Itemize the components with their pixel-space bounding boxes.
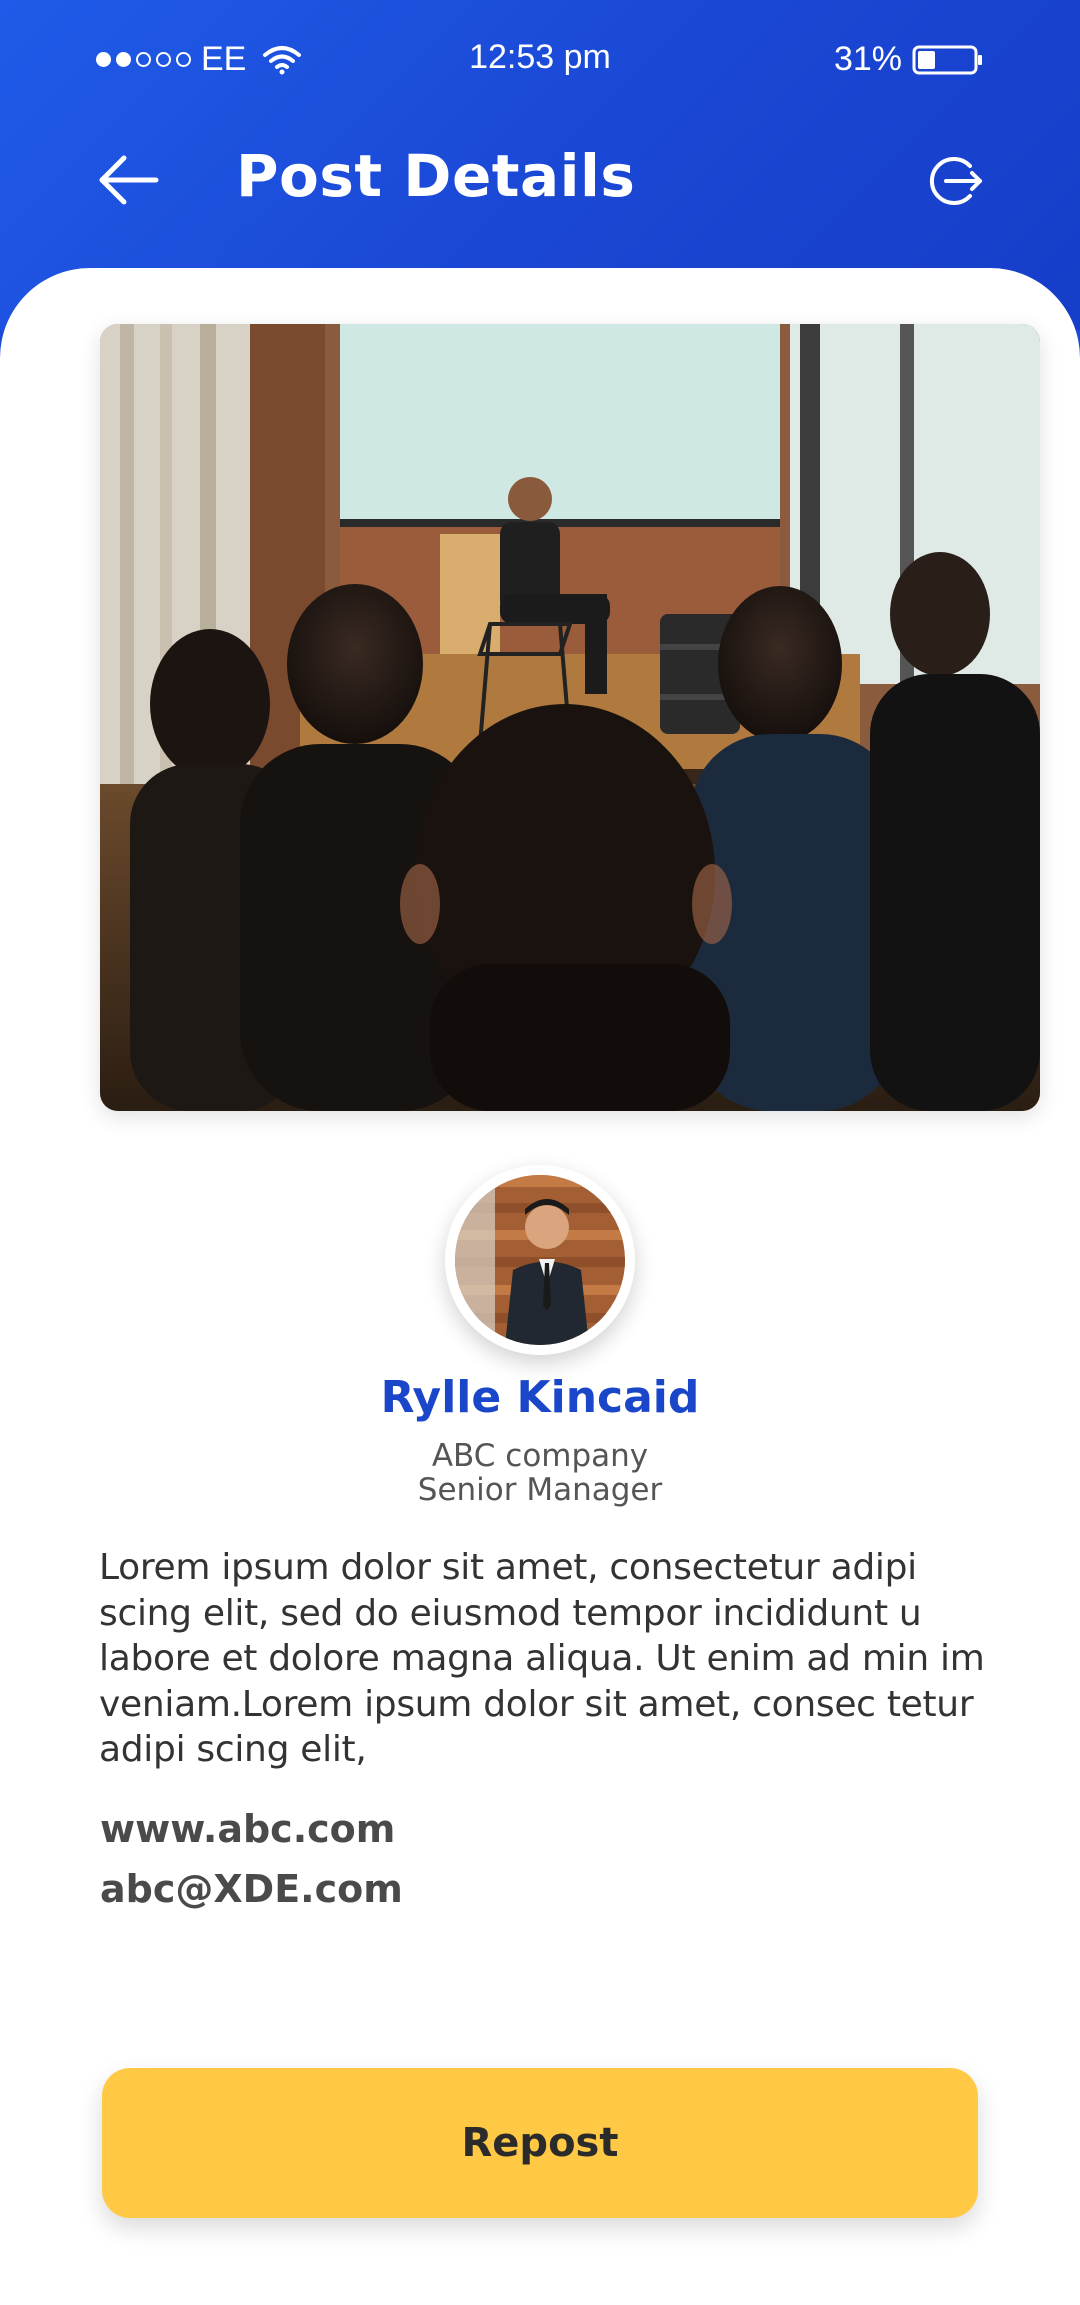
arrow-left-icon[interactable]: [96, 152, 160, 208]
battery-icon: [912, 45, 982, 74]
profile-name: Rylle Kincaid: [380, 1372, 700, 1423]
nav-bar: Post Details: [0, 130, 1080, 230]
repost-button[interactable]: Repost: [102, 2068, 978, 2218]
post-image[interactable]: [100, 324, 1040, 1111]
battery-percent: 31%: [833, 40, 902, 78]
profile-company: ABC company: [431, 1438, 649, 1474]
presentation-photo: [100, 324, 1040, 1111]
profile-role: Senior Manager: [417, 1472, 663, 1508]
status-battery-group: 31%: [834, 40, 984, 79]
avatar: [455, 1175, 625, 1345]
email-link[interactable]: abc@XDE.com: [100, 1867, 403, 1911]
avatar-frame[interactable]: [445, 1165, 635, 1355]
avatar-photo: [455, 1175, 625, 1345]
page-title: Post Details: [236, 142, 636, 210]
status-bar: EE 12:53 pm 31%: [0, 0, 1080, 120]
post-description: Lorem ipsum dolor sit amet, consectetur …: [99, 1547, 985, 1770]
logout-icon[interactable]: [926, 152, 984, 210]
website-link[interactable]: www.abc.com: [100, 1807, 395, 1851]
